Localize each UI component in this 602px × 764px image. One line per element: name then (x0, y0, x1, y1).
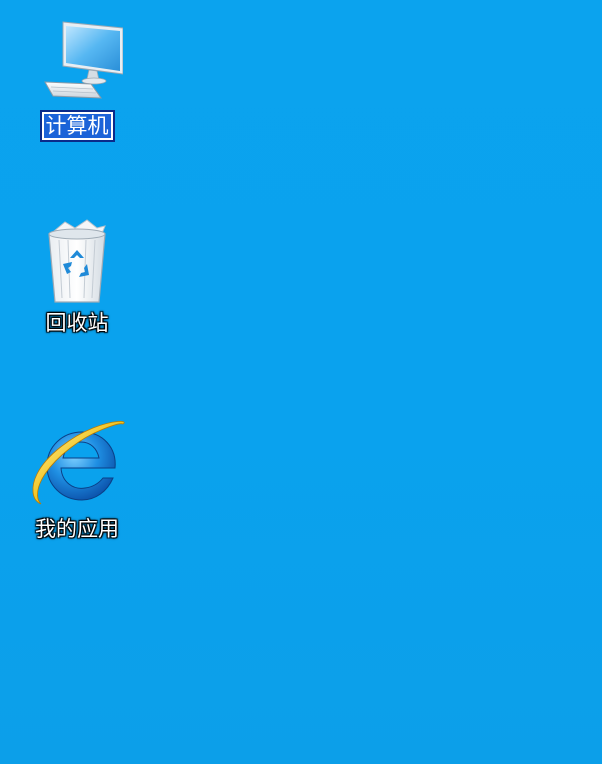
computer-icon (44, 21, 123, 99)
desktop-icon-recycle-bin[interactable]: 回收站 (22, 218, 132, 338)
desktop-icon-label: 我的应用 (35, 517, 119, 541)
recycle-bin-icon (48, 219, 106, 303)
ie-browser-icon (32, 420, 125, 505)
desktop-icon-computer[interactable]: 计算机 (22, 18, 132, 142)
desktop-icon-label: 回收站 (45, 311, 109, 335)
desktop-icon-label: 计算机 (39, 110, 115, 142)
desktop[interactable]: 计算机 回收站 我的应用 (0, 0, 602, 764)
desktop-icon-my-apps[interactable]: 我的应用 (22, 418, 132, 544)
